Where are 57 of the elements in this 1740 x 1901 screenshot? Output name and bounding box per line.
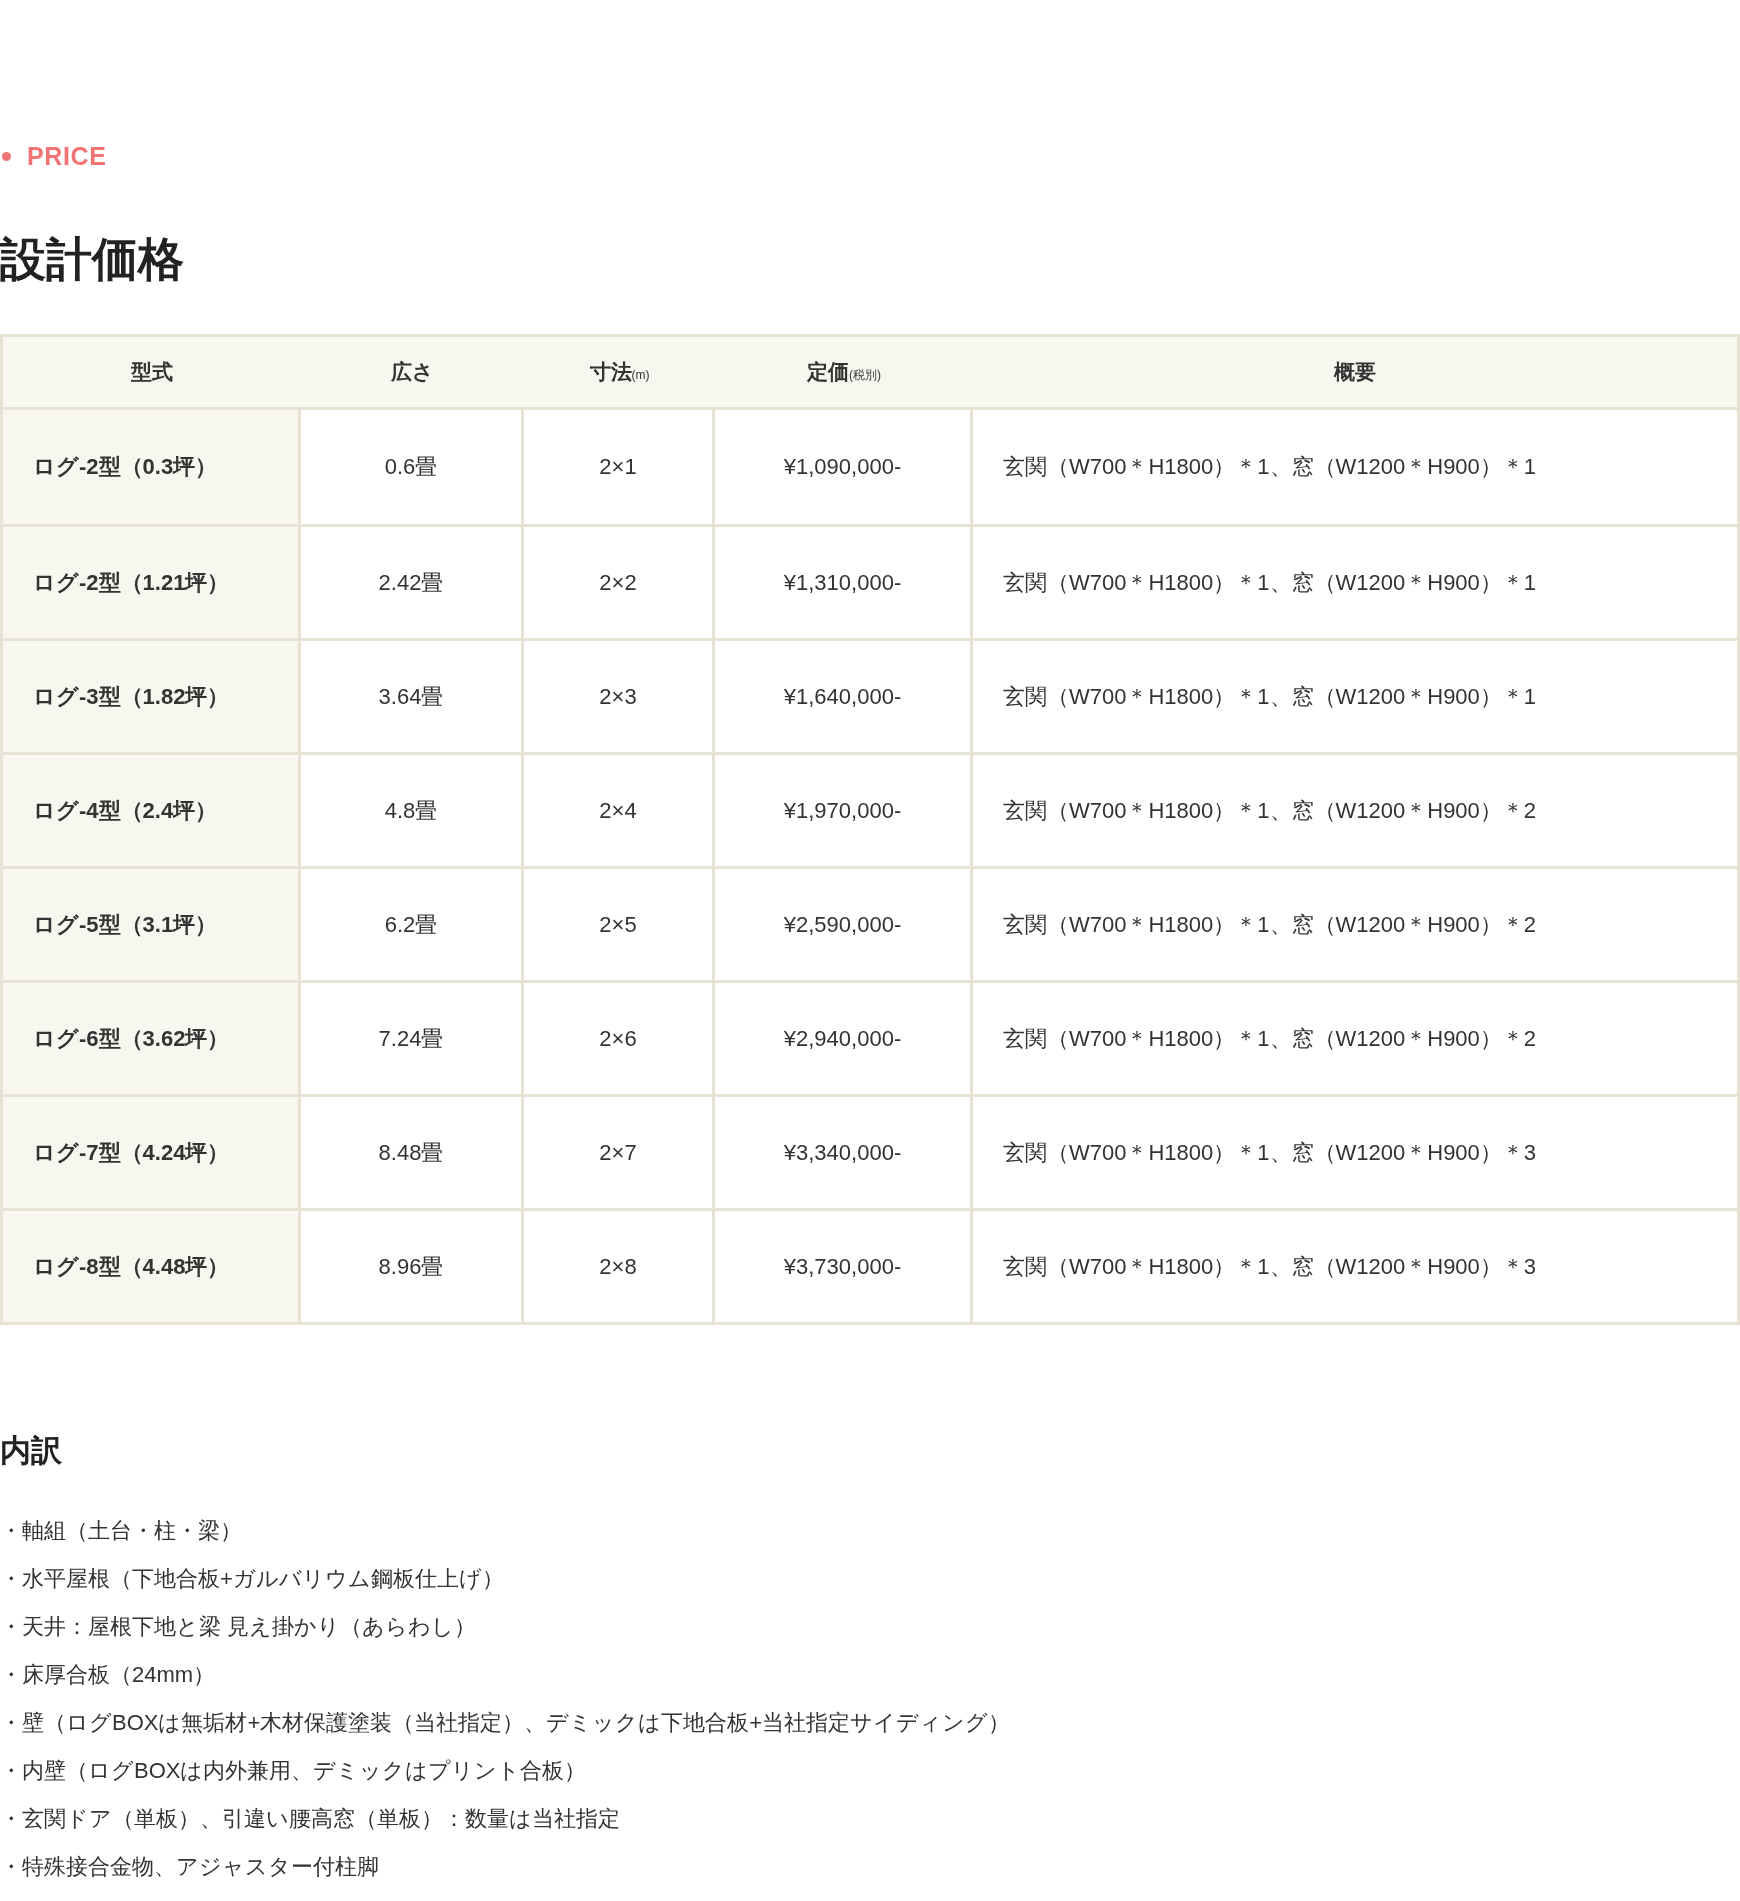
area-cell-text: 7.24畳: [378, 1024, 444, 1053]
summary-cell-text: 玄関（W700＊H1800）＊1、窓（W1200＊H900）＊1: [1003, 568, 1537, 597]
size-cell-text: 2×1: [599, 453, 637, 481]
area-cell-text: 4.8畳: [384, 796, 438, 825]
summary-cell-text: 玄関（W700＊H1800）＊1、窓（W1200＊H900）＊2: [1003, 796, 1537, 825]
column-header: 定価(税別): [807, 358, 881, 385]
breakdown-item: ・壁（ログBOXは無垢材+木材保護塗装（当社指定）、デミックは下地合板+当社指定サイディング）: [0, 1708, 1012, 1737]
breakdown-item: ・内壁（ログBOXは内外兼用、デミックはプリント合板）: [0, 1756, 588, 1785]
price-cell-text: ¥1,310,000-: [783, 568, 902, 597]
summary-cell-text: 玄関（W700＊H1800）＊1、窓（W1200＊H900）＊3: [1003, 1252, 1537, 1281]
model-cell-text: ログ-7型（4.24坪）: [33, 1138, 230, 1167]
summary-cell-text: 玄関（W700＊H1800）＊1、窓（W1200＊H900）＊1: [1003, 453, 1537, 481]
area-cell-text: 0.6畳: [384, 453, 438, 481]
size-cell-text: 2×7: [599, 1138, 637, 1167]
size-cell-text: 2×4: [599, 796, 637, 825]
breakdown-item: ・床厚合板（24mm）: [0, 1660, 217, 1689]
size-cell-text: 2×6: [599, 1024, 637, 1053]
column-header: 広さ: [391, 358, 434, 385]
model-cell-text: ログ-5型（3.1坪）: [33, 910, 218, 939]
price-cell-text: ¥1,090,000-: [783, 453, 902, 481]
area-cell-text: 6.2畳: [384, 910, 438, 939]
column-header: 型式: [131, 358, 173, 385]
column-header: 概要: [1334, 358, 1376, 385]
model-cell-text: ログ-8型（4.48坪）: [33, 1252, 230, 1281]
size-cell-text: 2×8: [599, 1252, 637, 1281]
area-cell-text: 8.48畳: [378, 1138, 444, 1167]
price-cell-text: ¥3,730,000-: [783, 1252, 902, 1281]
summary-cell-text: 玄関（W700＊H1800）＊1、窓（W1200＊H900）＊1: [1003, 682, 1537, 711]
price-cell-text: ¥1,970,000-: [783, 796, 902, 825]
section-heading: 内訳: [0, 1434, 63, 1466]
price-cell-text: ¥1,640,000-: [783, 682, 902, 711]
page-title: 設計価格: [0, 235, 185, 282]
model-cell-text: ログ-4型（2.4坪）: [33, 796, 218, 825]
area-cell-text: 3.64畳: [378, 682, 444, 711]
column-header: 寸法(m): [589, 358, 650, 385]
model-cell-text: ログ-2型（1.21坪）: [33, 568, 230, 597]
size-cell-text: 2×2: [599, 568, 637, 597]
breakdown-item: ・水平屋根（下地合板+ガルバリウム鋼板仕上げ）: [0, 1564, 505, 1593]
area-cell-text: 8.96畳: [378, 1252, 444, 1281]
price-cell-text: ¥2,940,000-: [783, 1024, 902, 1053]
breakdown-item: ・軸組（土台・柱・梁）: [0, 1516, 243, 1545]
breakdown-item: ・玄関ドア（単板）、引違い腰高窓（単板）：数量は当社指定: [0, 1804, 621, 1833]
size-cell-text: 2×3: [599, 682, 637, 711]
summary-cell-text: 玄関（W700＊H1800）＊1、窓（W1200＊H900）＊2: [1003, 1024, 1537, 1053]
price-cell-text: ¥3,340,000-: [783, 1138, 902, 1167]
price-cell-text: ¥2,590,000-: [783, 910, 902, 939]
model-cell-text: ログ-3型（1.82坪）: [33, 682, 230, 711]
area-cell-text: 2.42畳: [378, 568, 444, 597]
breakdown-item: ・特殊接合金物、アジャスター付柱脚: [0, 1852, 380, 1881]
section-label: PRICE: [27, 141, 107, 172]
breakdown-item: ・天井：屋根下地と梁 見え掛かり（あらわし）: [0, 1612, 478, 1641]
bullet-icon: [2, 152, 11, 162]
size-cell-text: 2×5: [599, 910, 637, 939]
model-cell-text: ログ-2型（0.3坪）: [33, 453, 218, 481]
summary-cell-text: 玄関（W700＊H1800）＊1、窓（W1200＊H900）＊3: [1003, 1138, 1537, 1167]
summary-cell-text: 玄関（W700＊H1800）＊1、窓（W1200＊H900）＊2: [1003, 910, 1537, 939]
model-cell-text: ログ-6型（3.62坪）: [33, 1024, 230, 1053]
